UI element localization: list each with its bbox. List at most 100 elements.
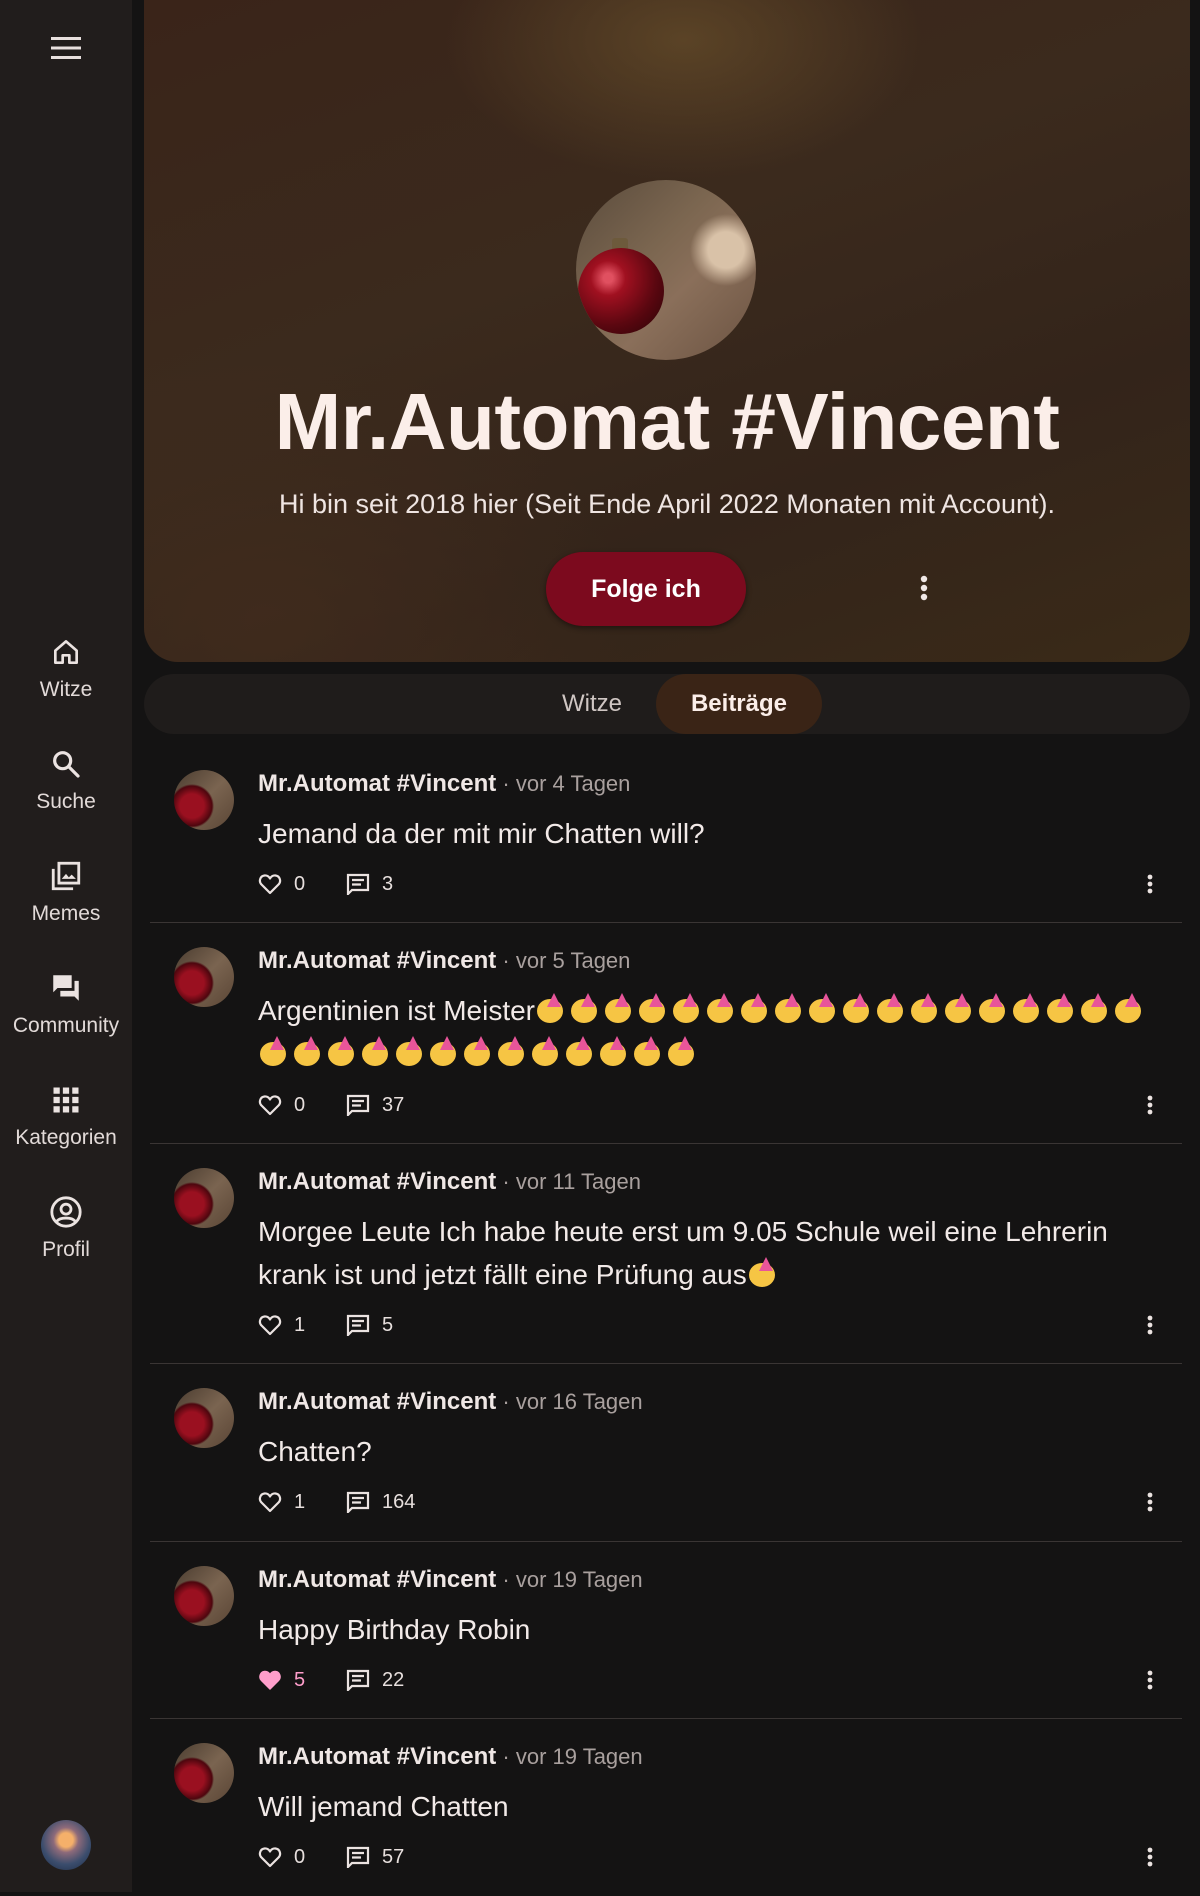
nav-item-label: Community	[12, 1014, 120, 1037]
comment-count: 57	[382, 1845, 405, 1868]
party-face-emoji-icon	[671, 993, 702, 1024]
post-avatar[interactable]	[174, 770, 234, 830]
post-author[interactable]: Mr.Automat #Vincent	[258, 1388, 496, 1415]
nav-item-label: Profil	[42, 1238, 90, 1261]
nav-item-label: Witze	[39, 678, 93, 701]
post-item: Mr.Automat #Vincent · vor 19 Tagen Will …	[150, 1719, 1182, 1896]
comment-button[interactable]: 22	[346, 1669, 404, 1692]
post-time: vor 16 Tagen	[515, 1389, 643, 1414]
nav-item-label: Memes	[31, 902, 101, 925]
party-face-emoji-icon	[462, 1036, 493, 1067]
comment-count: 3	[382, 872, 394, 895]
post-author[interactable]: Mr.Automat #Vincent	[258, 770, 496, 797]
post-more-button[interactable]	[1134, 1089, 1166, 1121]
profile-name: Mr.Automat #Vincent	[274, 377, 1060, 466]
menu-button[interactable]	[42, 28, 90, 68]
post-avatar[interactable]	[174, 1743, 234, 1803]
party-face-emoji-icon	[1113, 993, 1144, 1024]
post-item: Mr.Automat #Vincent · vor 16 Tagen Chatt…	[150, 1364, 1182, 1542]
like-button[interactable]: 5	[258, 1669, 346, 1692]
party-face-emoji-icon	[394, 1036, 425, 1067]
like-button[interactable]: 0	[258, 873, 346, 896]
post-time-separator: ·	[496, 771, 516, 796]
post-header: Mr.Automat #Vincent · vor 4 Tagen	[258, 770, 630, 798]
post-more-button[interactable]	[1134, 1486, 1166, 1518]
more-vert-icon	[1147, 1315, 1153, 1335]
comment-count: 37	[382, 1093, 405, 1116]
post-time-separator: ·	[496, 1567, 516, 1592]
post-avatar[interactable]	[174, 1168, 234, 1228]
post-header: Mr.Automat #Vincent · vor 16 Tagen	[258, 1388, 643, 1416]
post-text: Morgee Leute Ich habe heute erst um 9.05…	[258, 1210, 1168, 1296]
party-face-emoji-icon	[1079, 993, 1110, 1024]
comment-button[interactable]: 57	[346, 1846, 404, 1869]
party-face-emoji-icon	[977, 993, 1008, 1024]
tab-witze[interactable]: Witze	[512, 674, 672, 734]
post-more-button[interactable]	[1134, 1309, 1166, 1341]
post-actions: 0 57	[258, 1841, 404, 1873]
post-avatar[interactable]	[174, 1388, 234, 1448]
post-item: Mr.Automat #Vincent · vor 19 Tagen Happy…	[150, 1542, 1182, 1719]
post-avatar[interactable]	[174, 1566, 234, 1626]
nav-item-profil[interactable]: Profil	[0, 1184, 132, 1296]
post-item: Mr.Automat #Vincent · vor 11 Tagen Morge…	[150, 1144, 1182, 1364]
party-face-emoji-icon	[666, 1036, 697, 1067]
party-face-emoji-icon	[632, 1036, 663, 1067]
post-time: vor 4 Tagen	[515, 771, 631, 796]
party-face-emoji-icon	[637, 993, 668, 1024]
party-face-emoji-icon	[535, 993, 566, 1024]
tab-beitraege[interactable]: Beiträge	[656, 674, 822, 734]
nav-item-witze[interactable]: Witze	[0, 624, 132, 736]
party-face-emoji-icon	[598, 1036, 629, 1067]
post-more-button[interactable]	[1134, 1841, 1166, 1873]
like-count: 1	[294, 1490, 306, 1513]
comment-button[interactable]: 5	[346, 1314, 393, 1337]
post-author[interactable]: Mr.Automat #Vincent	[258, 1566, 496, 1593]
post-time-separator: ·	[496, 948, 516, 973]
comment-button[interactable]: 3	[346, 873, 393, 896]
like-button[interactable]: 0	[258, 1846, 346, 1869]
post-author[interactable]: Mr.Automat #Vincent	[258, 1743, 496, 1770]
profile-tabs: Witze Beiträge	[144, 674, 1190, 734]
follow-button[interactable]: Folge ich	[546, 552, 746, 626]
nav-item-label: Kategorien	[15, 1126, 117, 1149]
like-count: 0	[294, 872, 306, 895]
nav-item-community[interactable]: Community	[0, 960, 132, 1072]
comment-count: 164	[382, 1490, 416, 1513]
post-avatar[interactable]	[174, 947, 234, 1007]
post-header: Mr.Automat #Vincent · vor 19 Tagen	[258, 1566, 643, 1594]
party-face-emoji-icon	[496, 1036, 527, 1067]
post-text-content: Happy Birthday Robin	[258, 1614, 531, 1645]
party-face-emoji-icon	[360, 1036, 391, 1067]
post-text-content: Chatten?	[258, 1436, 372, 1467]
post-actions: 1 5	[258, 1309, 393, 1341]
nav-item-suche[interactable]: Suche	[0, 736, 132, 848]
more-vert-icon	[1147, 1847, 1153, 1867]
post-more-button[interactable]	[1134, 1664, 1166, 1696]
nav-item-memes[interactable]: Memes	[0, 848, 132, 960]
navigation-rail: Witze Suche Memes Community Kategorien P…	[0, 0, 132, 1892]
like-button[interactable]: 1	[258, 1314, 346, 1337]
post-author[interactable]: Mr.Automat #Vincent	[258, 1168, 496, 1195]
apps-grid-icon	[53, 1087, 79, 1113]
post-more-button[interactable]	[1134, 868, 1166, 900]
party-face-emoji-icon	[292, 1036, 323, 1067]
comment-button[interactable]: 37	[346, 1094, 404, 1117]
more-vert-icon	[920, 575, 928, 601]
nav-item-kategorien[interactable]: Kategorien	[0, 1072, 132, 1184]
like-button[interactable]: 0	[258, 1094, 346, 1117]
like-count: 0	[294, 1845, 306, 1868]
post-item: Mr.Automat #Vincent · vor 4 Tagen Jemand…	[150, 746, 1182, 923]
comment-button[interactable]: 164	[346, 1491, 415, 1514]
user-avatar[interactable]	[41, 1820, 91, 1870]
post-item: Mr.Automat #Vincent · vor 5 Tagen Argent…	[150, 923, 1182, 1144]
more-vert-icon	[1147, 874, 1153, 894]
comment-icon	[346, 1669, 370, 1691]
post-text: Argentinien ist Meister	[258, 989, 1168, 1075]
like-button[interactable]: 1	[258, 1491, 346, 1514]
profile-more-button[interactable]	[904, 568, 944, 608]
post-author[interactable]: Mr.Automat #Vincent	[258, 947, 496, 974]
more-vert-icon	[1147, 1670, 1153, 1690]
menu-icon	[51, 37, 81, 59]
comment-count: 22	[382, 1668, 405, 1691]
